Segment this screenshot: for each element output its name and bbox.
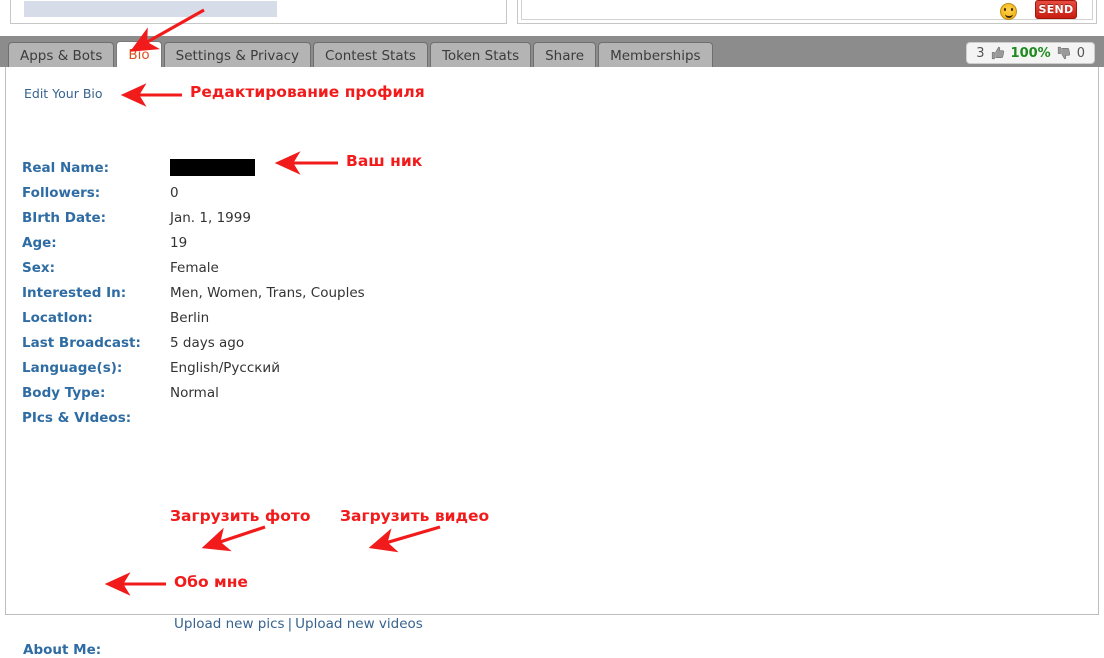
upload-new-videos-link[interactable]: Upload new videos: [295, 616, 423, 632]
bio-value-birth-date: Jan. 1, 1999: [170, 209, 251, 226]
table-row: Body Type: Normal: [22, 380, 365, 405]
tab-token-stats[interactable]: Token Stats: [429, 42, 532, 68]
tab-bio[interactable]: Bio: [116, 41, 162, 68]
bio-label-age: Age:: [22, 234, 57, 251]
upload-new-pics-link[interactable]: Upload new pics: [174, 616, 285, 632]
thumbs-down-icon[interactable]: [1057, 46, 1071, 60]
tab-bar: Apps & Bots Bio Settings & Privacy Conte…: [0, 36, 1104, 68]
composer-left-highlight: [24, 1, 277, 17]
bio-value-location: Berlin: [170, 309, 210, 326]
bio-value-languages: English/Русский: [170, 359, 280, 376]
bio-label-body-type: Body Type:: [22, 384, 106, 401]
about-me-label: About Me:: [23, 642, 102, 658]
smiley-face-icon[interactable]: [1000, 3, 1017, 20]
bio-label-interested-in: Interested In:: [22, 284, 127, 301]
bio-value-body-type: Normal: [170, 384, 219, 401]
table-row: Last Broadcast: 5 days ago: [22, 330, 365, 355]
thumbs-up-icon[interactable]: [991, 46, 1005, 60]
bio-value-pics-videos: [170, 405, 365, 430]
table-row: Followers: 0: [22, 180, 365, 205]
bio-value-followers: 0: [170, 184, 179, 201]
bio-value-interested-in: Men, Women, Trans, Couples: [170, 284, 365, 301]
bio-value-real-name: [170, 155, 365, 180]
upload-links-row: Upload new pics | Upload new videos: [174, 616, 423, 632]
table-row: PIcs & VIdeos:: [22, 405, 365, 430]
tab-memberships[interactable]: Memberships: [598, 42, 713, 68]
bio-details-table: Real Name: Followers: 0 BIrth Date: Jan.…: [22, 155, 365, 430]
rating-up-count: 3: [976, 45, 985, 61]
redacted-name-box: [170, 159, 255, 176]
bio-value-last-broadcast: 5 days ago: [170, 334, 245, 351]
bio-value-age: 19: [170, 234, 188, 251]
rating-percent: 100%: [1010, 45, 1051, 61]
send-button[interactable]: SEND: [1035, 0, 1077, 19]
table-row: Real Name:: [22, 155, 365, 180]
composer-left-box[interactable]: [10, 0, 507, 24]
bio-label-sex: Sex:: [22, 259, 55, 276]
bio-label-followers: Followers:: [22, 184, 101, 201]
rating-down-count: 0: [1076, 45, 1085, 61]
table-row: Language(s): English/Русский: [22, 355, 365, 380]
bio-label-location: LocatIon:: [22, 309, 93, 326]
bio-label-last-broadcast: Last Broadcast:: [22, 334, 141, 351]
tab-list: Apps & Bots Bio Settings & Privacy Conte…: [8, 41, 715, 68]
table-row: LocatIon: Berlin: [22, 305, 365, 330]
bio-label-birth-date: BIrth Date:: [22, 209, 107, 226]
bio-panel: Edit Your Bio Real Name: Followers: 0 BI…: [5, 67, 1099, 658]
bio-label-pics-videos: PIcs & VIdeos:: [22, 409, 132, 426]
table-row: Sex: Female: [22, 255, 365, 280]
bio-label-real-name: Real Name:: [22, 159, 110, 176]
edit-your-bio-link[interactable]: Edit Your Bio: [24, 86, 103, 101]
bio-value-sex: Female: [170, 259, 219, 276]
table-row: Age: 19: [22, 230, 365, 255]
tab-contest-stats[interactable]: Contest Stats: [313, 42, 428, 68]
table-row: BIrth Date: Jan. 1, 1999: [22, 205, 365, 230]
chat-composer-strip: SEND: [0, 0, 1104, 33]
rating-widget[interactable]: 3 100% 0: [966, 42, 1095, 64]
upload-links-separator: |: [287, 616, 293, 632]
table-row: Interested In: Men, Women, Trans, Couple…: [22, 280, 365, 305]
tab-apps-bots[interactable]: Apps & Bots: [8, 42, 115, 68]
tab-share[interactable]: Share: [533, 42, 597, 68]
tab-settings-privacy[interactable]: Settings & Privacy: [163, 42, 312, 68]
bio-label-languages: Language(s):: [22, 359, 123, 376]
